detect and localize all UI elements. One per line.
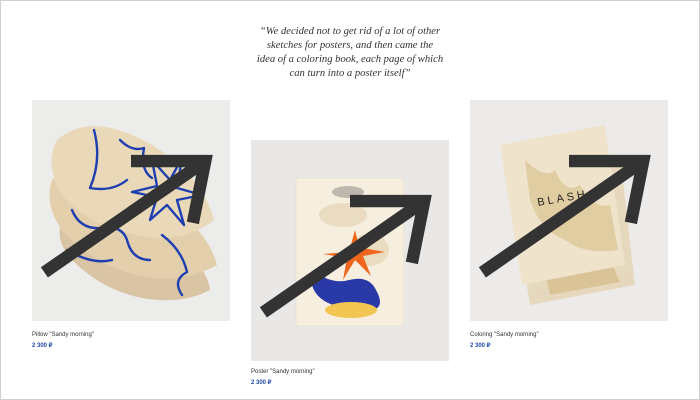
pillow-image[interactable] xyxy=(32,100,230,321)
poster-image[interactable] xyxy=(251,140,449,361)
arrow-up-right-icon[interactable] xyxy=(32,100,230,321)
quote-text: “We decided not to get rid of a lot of o… xyxy=(225,25,475,81)
product-price: 2 300 ₽ xyxy=(32,343,53,349)
product-name[interactable]: Poster "Sandy morning" xyxy=(251,369,315,375)
product-card-pillow[interactable]: Pillow "Sandy morning" 2 300 ₽ xyxy=(32,100,230,360)
arrow-up-right-icon[interactable] xyxy=(470,100,668,321)
coloring-image[interactable]: BLASH xyxy=(470,100,668,321)
quote-line: “We decided not to get rid of a lot of o… xyxy=(259,26,441,37)
quote-line: can turn into a poster itself” xyxy=(289,68,411,79)
product-card-coloring[interactable]: BLASH Coloring "Sandy morning" 2 300 ₽ xyxy=(470,100,668,360)
product-card-poster[interactable]: Poster "Sandy morning" 2 300 ₽ xyxy=(251,140,449,390)
quote-line: sketches for posters, and then came the xyxy=(266,40,434,51)
product-name[interactable]: Coloring "Sandy morning" xyxy=(470,332,539,338)
product-name[interactable]: Pillow "Sandy morning" xyxy=(32,332,94,338)
product-price: 2 300 ₽ xyxy=(470,343,491,349)
arrow-up-right-icon[interactable] xyxy=(251,140,449,361)
product-price: 2 300 ₽ xyxy=(251,380,272,386)
quote-line: idea of a coloring book, each page of wh… xyxy=(256,54,444,65)
